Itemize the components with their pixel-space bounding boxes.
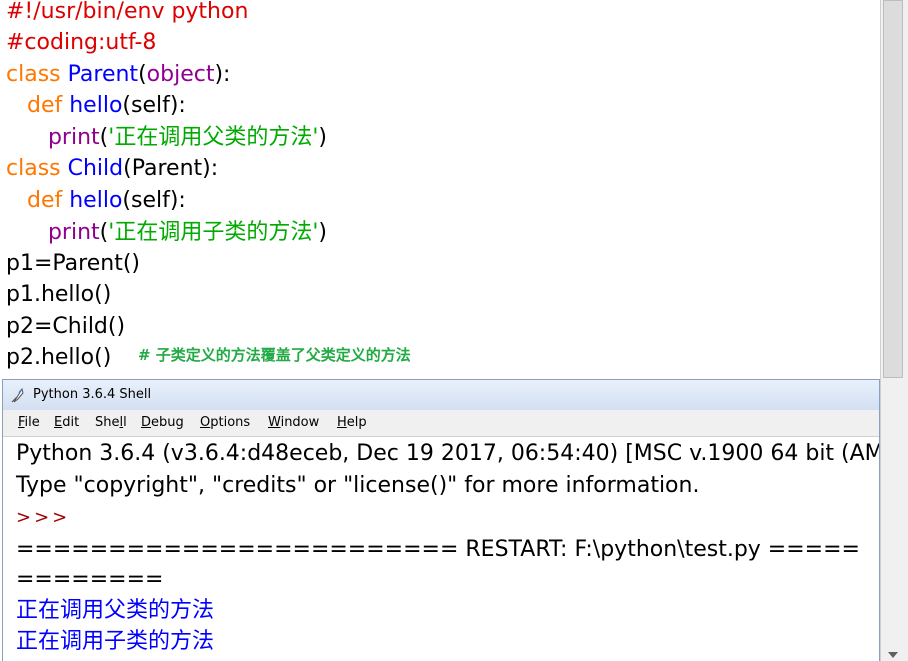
code-line-p2-assign: p2=Child() bbox=[6, 314, 126, 339]
shell-restart-line: ======================== RESTART: F:\pyt… bbox=[16, 537, 860, 562]
code-line-coding: #coding:utf-8 bbox=[6, 30, 157, 55]
shell-banner-info: Type "copyright", "credits" or "license(… bbox=[16, 473, 700, 498]
shell-banner-version: Python 3.6.4 (v3.6.4:d48eceb, Dec 19 201… bbox=[16, 441, 880, 466]
base-clause: (Parent): bbox=[123, 156, 219, 181]
menu-shell[interactable]: Shell bbox=[95, 415, 127, 430]
code-line-class-child: class Child(Parent): bbox=[6, 154, 218, 184]
menu-bar: File Edit Shell Debug Options Window Hel… bbox=[3, 410, 879, 437]
builtin: print bbox=[47, 125, 100, 150]
code-line-def-hello-parent: def hello(self): bbox=[6, 91, 186, 121]
paren: ( bbox=[99, 125, 109, 150]
override-annotation: # 子类定义的方法覆盖了父类定义的方法 bbox=[138, 346, 411, 364]
idle-feather-icon bbox=[11, 387, 24, 403]
function-name: hello bbox=[69, 93, 123, 118]
paren: ) bbox=[318, 125, 327, 150]
python-shell-window: Python 3.6.4 Shell File Edit Shell Debug… bbox=[2, 379, 880, 661]
menu-window[interactable]: Window bbox=[268, 415, 319, 430]
window-titlebar[interactable]: Python 3.6.4 Shell bbox=[3, 380, 879, 410]
scroll-down-arrow-icon[interactable] bbox=[888, 652, 898, 658]
params: (self): bbox=[122, 188, 186, 213]
shell-stdout-child: 正在调用子类的方法 bbox=[16, 629, 215, 654]
shell-restart-line-continued: ======== bbox=[16, 567, 164, 592]
base-class: object bbox=[146, 62, 215, 87]
keyword: class bbox=[6, 156, 61, 181]
menu-debug[interactable]: Debug bbox=[141, 415, 184, 430]
menu-help[interactable]: Help bbox=[337, 415, 367, 430]
paren: ): bbox=[214, 62, 231, 87]
class-name: Child bbox=[67, 156, 124, 181]
class-name: Parent bbox=[67, 62, 139, 87]
code-line-print-parent: print('正在调用父类的方法') bbox=[6, 123, 327, 153]
shell-stdout-parent: 正在调用父类的方法 bbox=[16, 598, 215, 623]
code-line-class-parent: class Parent(object): bbox=[6, 60, 230, 90]
scrollbar-thumb[interactable] bbox=[883, 0, 903, 378]
function-name: hello bbox=[69, 188, 123, 213]
paren: ( bbox=[99, 220, 109, 245]
string-literal: '正在调用子类的方法' bbox=[108, 220, 319, 245]
scrollbar-track bbox=[880, 0, 881, 661]
code-line-print-child: print('正在调用子类的方法') bbox=[6, 218, 327, 248]
window-title: Python 3.6.4 Shell bbox=[33, 387, 152, 402]
code-editor[interactable]: #!/usr/bin/env python #coding:utf-8 clas… bbox=[0, 0, 880, 378]
code-line-def-hello-child: def hello(self): bbox=[6, 186, 186, 216]
keyword: class bbox=[6, 62, 61, 87]
keyword: def bbox=[26, 188, 63, 213]
code-line-p2-hello: p2.hello() bbox=[6, 345, 112, 370]
vertical-scrollbar[interactable] bbox=[880, 0, 908, 661]
code-line-shebang: #!/usr/bin/env python bbox=[6, 0, 249, 24]
string-literal: '正在调用父类的方法' bbox=[108, 125, 319, 150]
menu-file[interactable]: File bbox=[18, 415, 40, 430]
builtin: print bbox=[47, 220, 100, 245]
shell-prompt: >>> bbox=[16, 507, 71, 528]
params: (self): bbox=[122, 93, 186, 118]
code-line-p1-hello: p1.hello() bbox=[6, 282, 112, 307]
paren: ) bbox=[318, 220, 327, 245]
keyword: def bbox=[26, 93, 63, 118]
menu-edit[interactable]: Edit bbox=[54, 415, 79, 430]
menu-options[interactable]: Options bbox=[200, 415, 250, 430]
code-line-p1-assign: p1=Parent() bbox=[6, 251, 140, 276]
paren: ( bbox=[138, 62, 147, 87]
